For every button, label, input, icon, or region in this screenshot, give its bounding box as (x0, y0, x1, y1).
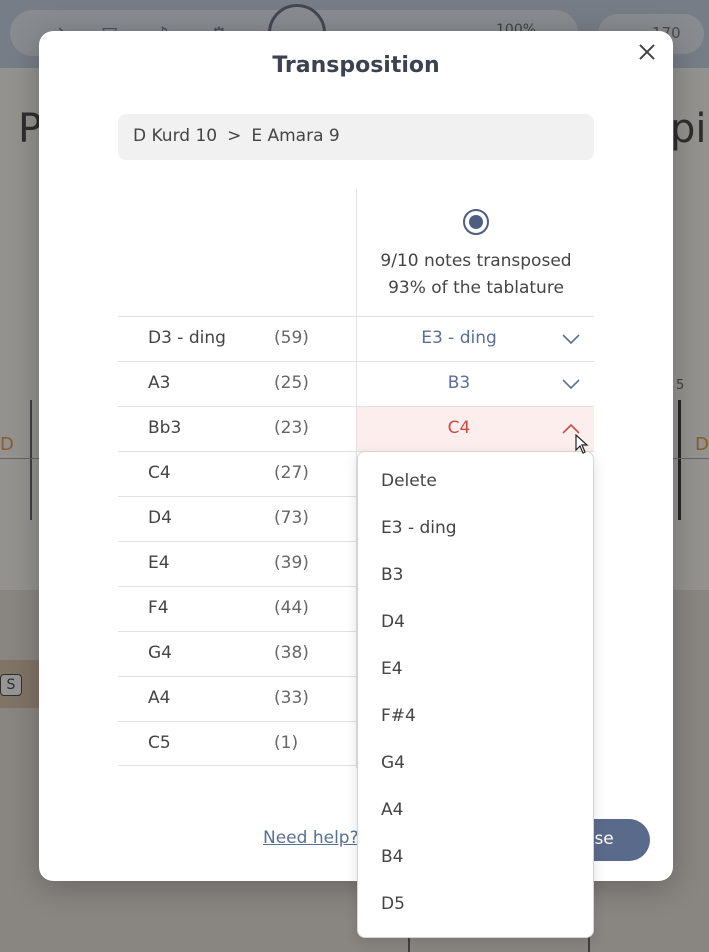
table-row: D3 - ding (59) E3 - ding (118, 316, 594, 361)
source-note: E4 (148, 553, 170, 573)
breadcrumb-from: D Kurd 10 (133, 126, 218, 146)
mouse-cursor-icon (575, 433, 589, 454)
note-count: (1) (274, 733, 299, 753)
dropdown-item-delete[interactable]: Delete (358, 459, 593, 506)
target-note-select[interactable]: B3 (357, 362, 594, 406)
source-note: C5 (148, 733, 171, 753)
target-note-dropdown: Delete E3 - ding B3 D4 E4 F#4 G4 A4 B4 D… (357, 451, 594, 938)
source-note: A3 (148, 373, 171, 393)
breadcrumb-to: E Amara 9 (251, 126, 340, 146)
dropdown-item[interactable]: F#4 (358, 694, 593, 741)
source-note: D3 - ding (148, 328, 226, 348)
dropdown-item[interactable]: G4 (358, 741, 593, 788)
chevron-down-icon (562, 378, 580, 392)
target-note-select[interactable]: E3 - ding (357, 317, 594, 361)
tablature-percent-text: 93% of the tablature (388, 278, 564, 298)
note-count: (73) (274, 508, 309, 528)
breadcrumb: D Kurd 10 > E Amara 9 (118, 114, 594, 160)
chevron-up-icon (562, 423, 580, 437)
dropdown-item[interactable]: A4 (358, 788, 593, 835)
close-icon[interactable] (634, 39, 660, 65)
dropdown-item[interactable]: D4 (358, 600, 593, 647)
note-count: (44) (274, 598, 309, 618)
option-radio[interactable] (463, 209, 489, 235)
target-note-value: E3 - ding (421, 328, 497, 348)
table-row: Bb3 (23) C4 (118, 406, 594, 451)
source-note: C4 (148, 463, 171, 483)
note-count: (38) (274, 643, 309, 663)
note-count: (25) (274, 373, 309, 393)
note-count: (27) (274, 463, 309, 483)
note-count: (59) (274, 328, 309, 348)
dialog-title: Transposition (272, 53, 440, 78)
source-note: G4 (148, 643, 172, 663)
dropdown-item[interactable]: E3 - ding (358, 506, 593, 553)
target-note-value: C4 (447, 418, 471, 438)
note-count: (23) (274, 418, 309, 438)
source-note: F4 (148, 598, 169, 618)
target-note-value: B3 (447, 373, 471, 393)
note-count: (39) (274, 553, 309, 573)
target-note-select-open[interactable]: C4 (357, 407, 594, 451)
source-note: A4 (148, 688, 171, 708)
dropdown-item[interactable]: E4 (358, 647, 593, 694)
option-stats: 9/10 notes transposed 93% of the tablatu… (357, 248, 595, 302)
breadcrumb-separator: > (227, 126, 242, 146)
source-note: Bb3 (148, 418, 182, 438)
need-help-link[interactable]: Need help? (263, 828, 359, 848)
source-note: D4 (148, 508, 172, 528)
table-row: A3 (25) B3 (118, 361, 594, 406)
dropdown-item[interactable]: B4 (358, 835, 593, 882)
radio-selected-dot (469, 215, 483, 229)
dropdown-item[interactable]: B3 (358, 553, 593, 600)
note-count: (33) (274, 688, 309, 708)
dropdown-item[interactable]: D5 (358, 882, 593, 929)
chevron-down-icon (562, 333, 580, 347)
notes-transposed-text: 9/10 notes transposed (380, 251, 572, 271)
